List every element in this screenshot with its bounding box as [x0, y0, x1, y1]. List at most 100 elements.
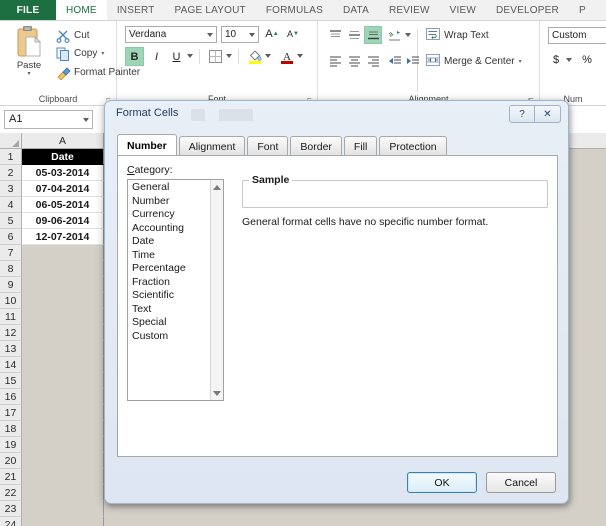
category-item[interactable]: Date	[128, 235, 210, 249]
grid-cell[interactable]: 09-06-2014	[22, 213, 104, 229]
grid-cell[interactable]	[22, 245, 104, 261]
align-middle-button[interactable]	[345, 26, 363, 44]
row-header[interactable]: 18	[0, 421, 22, 437]
row-header[interactable]: 4	[0, 197, 22, 213]
font-name-input[interactable]: Verdana	[125, 26, 217, 43]
grid-cell[interactable]: 07-04-2014	[22, 181, 104, 197]
scroll-up-icon[interactable]	[211, 181, 223, 193]
align-center-button[interactable]	[345, 52, 363, 70]
increase-indent-button[interactable]	[404, 52, 422, 70]
decrease-indent-button[interactable]	[386, 52, 404, 70]
ribbon-tab-data[interactable]: DATA	[333, 0, 379, 20]
grid-cell[interactable]	[22, 405, 104, 421]
category-item[interactable]: Time	[128, 249, 210, 263]
borders-dropdown-caret[interactable]	[224, 47, 234, 66]
currency-dropdown-caret[interactable]	[564, 51, 574, 70]
currency-button[interactable]: $	[550, 51, 562, 69]
grid-cell[interactable]	[22, 341, 104, 357]
row-header[interactable]: 3	[0, 181, 22, 197]
align-left-button[interactable]	[326, 52, 344, 70]
row-header[interactable]: 23	[0, 501, 22, 517]
dialog-tab-number[interactable]: Number	[117, 134, 177, 156]
row-header[interactable]: 22	[0, 485, 22, 501]
font-color-dropdown-caret[interactable]	[295, 47, 305, 66]
category-listbox[interactable]: General Number Currency Accounting Date Time P…	[127, 179, 224, 401]
fill-color-dropdown-caret[interactable]	[263, 47, 273, 66]
grid-cell[interactable]	[22, 485, 104, 501]
grid-cell[interactable]	[22, 309, 104, 325]
category-item[interactable]: Custom	[128, 330, 210, 344]
grid-cell[interactable]	[22, 389, 104, 405]
grid-cell[interactable]: 12-07-2014	[22, 229, 104, 245]
row-header[interactable]: 12	[0, 325, 22, 341]
copy-dropdown-caret[interactable]: ▾	[101, 50, 104, 57]
row-header[interactable]: 1	[0, 149, 22, 165]
row-header[interactable]: 17	[0, 405, 22, 421]
underline-button[interactable]: U	[167, 47, 186, 66]
orientation-dropdown-caret[interactable]	[403, 26, 413, 45]
grid-cell[interactable]	[22, 501, 104, 517]
increase-font-size-button[interactable]: A ▲	[263, 25, 281, 43]
grid-cell[interactable]	[22, 373, 104, 389]
grid-cell[interactable]	[22, 261, 104, 277]
grid-cell[interactable]	[22, 469, 104, 485]
grid-cell[interactable]	[22, 421, 104, 437]
align-right-button[interactable]	[364, 52, 382, 70]
grid-cell[interactable]	[22, 277, 104, 293]
dialog-tab-fill[interactable]: Fill	[343, 136, 378, 156]
row-header[interactable]: 15	[0, 373, 22, 389]
merge-center-button[interactable]: Merge & Center ▾	[426, 52, 522, 70]
grid-cell[interactable]	[22, 293, 104, 309]
category-item[interactable]: Accounting	[128, 222, 210, 236]
fill-color-button[interactable]	[245, 47, 264, 66]
row-header[interactable]: 16	[0, 389, 22, 405]
select-all-corner[interactable]	[0, 133, 22, 149]
grid-cell[interactable]	[22, 325, 104, 341]
name-box[interactable]: A1	[4, 110, 93, 129]
merge-center-dropdown-caret[interactable]: ▾	[519, 58, 522, 65]
align-top-button[interactable]	[326, 26, 344, 44]
category-scrollbar[interactable]	[210, 180, 223, 400]
grid-cell[interactable]	[22, 437, 104, 453]
row-header[interactable]: 7	[0, 245, 22, 261]
paste-dropdown-caret[interactable]: ▾	[27, 71, 30, 77]
row-header[interactable]: 5	[0, 213, 22, 229]
category-item[interactable]: Number	[128, 195, 210, 209]
wrap-text-button[interactable]: Wrap Text	[426, 26, 489, 44]
dialog-tab-alignment[interactable]: Alignment	[178, 136, 246, 156]
align-bottom-button[interactable]	[364, 26, 382, 44]
ribbon-tab-page-layout[interactable]: PAGE LAYOUT	[165, 0, 256, 20]
row-header[interactable]: 14	[0, 357, 22, 373]
italic-button[interactable]: I	[147, 47, 166, 66]
ribbon-tab-power[interactable]: P	[569, 0, 596, 20]
row-header[interactable]: 8	[0, 261, 22, 277]
ok-button[interactable]: OK	[407, 472, 477, 493]
font-size-caret-icon[interactable]	[249, 32, 255, 37]
category-item[interactable]: General	[128, 181, 210, 195]
cancel-button[interactable]: Cancel	[486, 472, 556, 493]
grid-cell[interactable]: 06-05-2014	[22, 197, 104, 213]
row-header[interactable]: 24	[0, 517, 22, 526]
row-header[interactable]: 9	[0, 277, 22, 293]
column-header-a[interactable]: A	[22, 133, 104, 149]
ribbon-tab-review[interactable]: REVIEW	[379, 0, 440, 20]
cut-button[interactable]: Cut	[56, 27, 90, 44]
font-name-caret-icon[interactable]	[207, 32, 213, 37]
row-header[interactable]: 13	[0, 341, 22, 357]
copy-button[interactable]: Copy ▾	[56, 45, 104, 62]
percent-style-button[interactable]: %	[580, 51, 594, 69]
ribbon-tab-file[interactable]: FILE	[0, 0, 56, 20]
name-box-caret-icon[interactable]	[83, 117, 89, 122]
font-size-input[interactable]: 10	[221, 26, 259, 43]
row-header[interactable]: 6	[0, 229, 22, 245]
row-header[interactable]: 20	[0, 453, 22, 469]
grid-cell[interactable]	[22, 357, 104, 373]
close-button[interactable]: ✕	[535, 105, 561, 123]
grid-cell[interactable]: Date	[22, 149, 104, 165]
category-item[interactable]: Fraction	[128, 276, 210, 290]
row-header[interactable]: 11	[0, 309, 22, 325]
category-item[interactable]: Text	[128, 303, 210, 317]
number-format-dropdown[interactable]: Custom	[548, 27, 606, 44]
row-header[interactable]: 21	[0, 469, 22, 485]
category-item[interactable]: Percentage	[128, 262, 210, 276]
